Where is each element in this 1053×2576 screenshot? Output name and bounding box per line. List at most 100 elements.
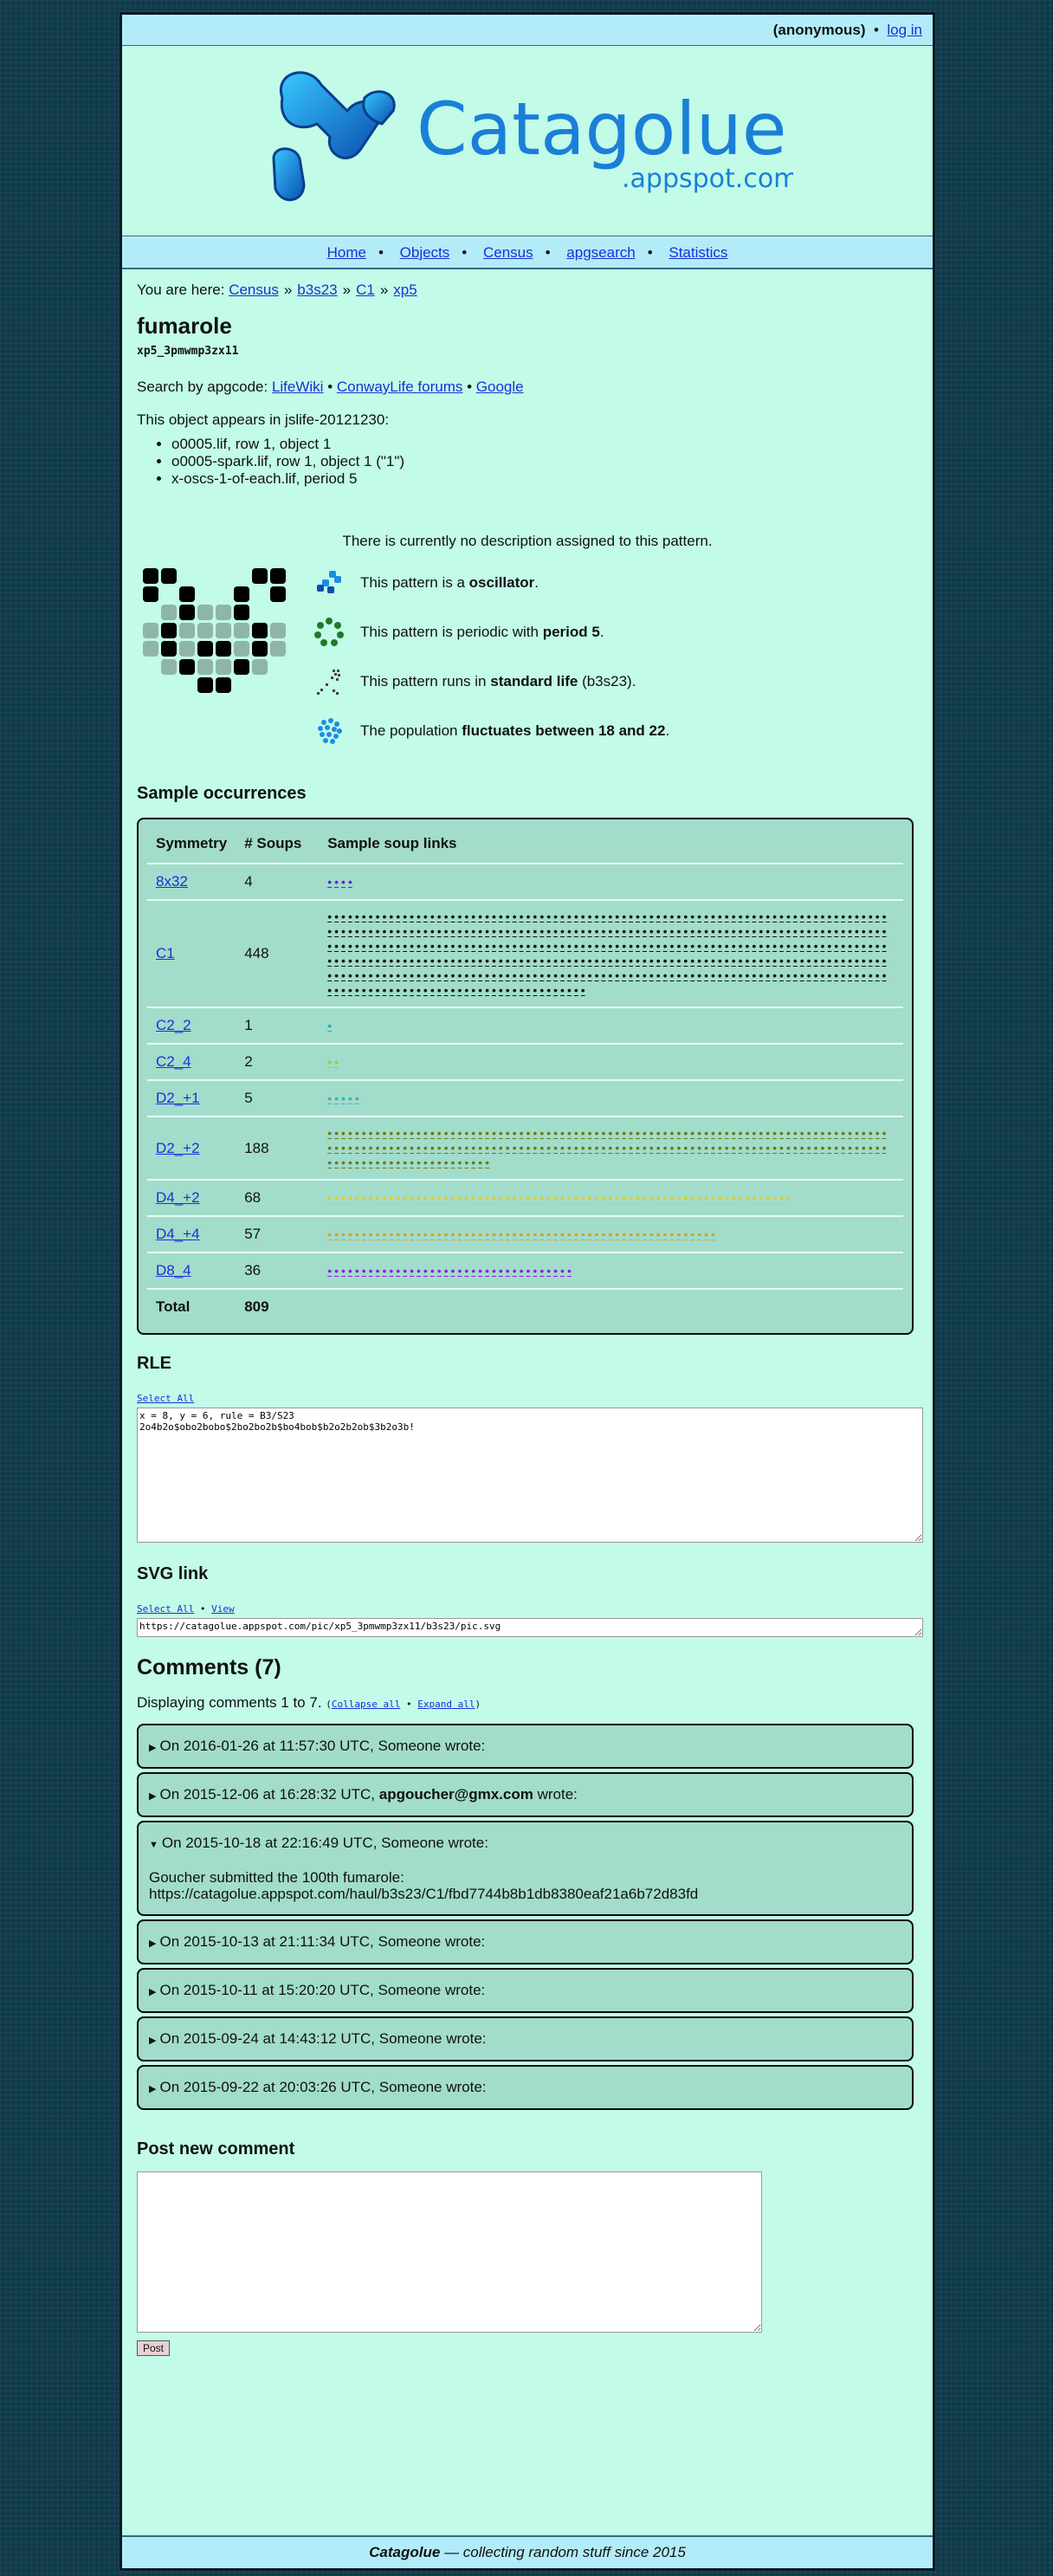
soup-link[interactable]: • xyxy=(615,1141,619,1155)
soup-link[interactable]: • xyxy=(430,1155,435,1169)
soup-link[interactable]: • xyxy=(690,1191,694,1205)
soup-link[interactable]: • xyxy=(779,968,784,982)
soup-link[interactable]: • xyxy=(793,968,798,982)
soup-link[interactable]: • xyxy=(752,1126,756,1140)
soup-link[interactable]: • xyxy=(334,875,339,889)
soup-link[interactable]: • xyxy=(457,983,462,997)
soup-link[interactable]: • xyxy=(410,939,414,953)
soup-link[interactable]: • xyxy=(732,1141,736,1155)
soup-link[interactable]: • xyxy=(649,968,654,982)
soup-link[interactable]: • xyxy=(622,924,626,938)
soup-link[interactable]: • xyxy=(676,1126,681,1140)
comment[interactable]: ▶ On 2016-01-26 at 11:57:30 UTC, Someone … xyxy=(137,1724,914,1769)
soup-link[interactable]: • xyxy=(869,1126,873,1140)
soup-link[interactable]: • xyxy=(704,1141,708,1155)
rle-select-all[interactable]: Select All xyxy=(137,1393,918,1404)
soup-link[interactable]: • xyxy=(376,1126,380,1140)
soup-link[interactable]: • xyxy=(800,968,804,982)
soup-link[interactable]: • xyxy=(348,939,352,953)
soup-link[interactable]: • xyxy=(430,909,435,923)
soup-link[interactable]: • xyxy=(417,1264,421,1278)
soup-link[interactable]: • xyxy=(369,983,373,997)
soup-link[interactable]: • xyxy=(834,954,838,968)
soup-link[interactable]: • xyxy=(389,909,393,923)
soup-link[interactable]: • xyxy=(485,939,489,953)
breadcrumb-census[interactable]: Census xyxy=(229,282,279,298)
soup-link[interactable]: • xyxy=(663,924,668,938)
soup-link[interactable]: • xyxy=(697,1191,701,1205)
soup-link[interactable]: • xyxy=(683,909,688,923)
soup-link[interactable]: • xyxy=(464,1126,468,1140)
soup-link[interactable]: • xyxy=(875,909,880,923)
soup-link[interactable]: • xyxy=(389,939,393,953)
soup-link[interactable]: • xyxy=(766,1126,770,1140)
soup-link[interactable]: • xyxy=(546,1264,551,1278)
soup-link[interactable]: • xyxy=(396,983,400,997)
soup-link[interactable]: • xyxy=(553,954,558,968)
soup-link[interactable]: • xyxy=(526,968,531,982)
soup-link[interactable]: • xyxy=(417,939,421,953)
nav-objects[interactable]: Objects xyxy=(400,244,450,261)
soup-link[interactable]: • xyxy=(478,1126,482,1140)
soup-link[interactable]: • xyxy=(629,1227,633,1241)
soup-link[interactable]: • xyxy=(492,968,496,982)
soup-link[interactable]: • xyxy=(348,1126,352,1140)
soup-link[interactable]: • xyxy=(615,924,619,938)
soup-link[interactable]: • xyxy=(643,1126,647,1140)
soup-link[interactable]: • xyxy=(403,983,407,997)
soup-link[interactable]: • xyxy=(711,909,715,923)
soup-link[interactable]: • xyxy=(643,1141,647,1155)
soup-link[interactable]: • xyxy=(457,1141,462,1155)
soup-link[interactable]: • xyxy=(601,909,605,923)
soup-link[interactable]: • xyxy=(862,924,866,938)
soup-link[interactable]: • xyxy=(615,954,619,968)
soup-link[interactable]: • xyxy=(464,954,468,968)
soup-link[interactable]: • xyxy=(492,954,496,968)
soup-link[interactable]: • xyxy=(869,924,873,938)
soup-link[interactable]: • xyxy=(382,1141,386,1155)
soup-link[interactable]: • xyxy=(369,924,373,938)
soup-link[interactable]: • xyxy=(348,1091,352,1105)
soup-link[interactable]: • xyxy=(355,1126,359,1140)
soup-link[interactable]: • xyxy=(656,924,661,938)
soup-link[interactable]: • xyxy=(643,939,647,953)
soup-link[interactable]: • xyxy=(327,1091,332,1105)
soup-link[interactable]: • xyxy=(848,909,852,923)
soup-link[interactable]: • xyxy=(834,968,838,982)
soup-link[interactable]: • xyxy=(732,909,736,923)
google-link[interactable]: Google xyxy=(476,379,524,395)
soup-link[interactable]: • xyxy=(485,924,489,938)
soup-link[interactable]: • xyxy=(869,909,873,923)
soup-link[interactable]: • xyxy=(855,1126,859,1140)
soup-link[interactable]: • xyxy=(430,1191,435,1205)
soup-link[interactable]: • xyxy=(690,968,694,982)
soup-link[interactable]: • xyxy=(403,954,407,968)
soup-link[interactable]: • xyxy=(676,909,681,923)
catagolue-logo[interactable]: Catagolue .appspot.com xyxy=(256,63,793,219)
soup-link[interactable]: • xyxy=(560,939,565,953)
soup-link[interactable]: • xyxy=(601,968,605,982)
soup-link[interactable]: • xyxy=(855,954,859,968)
soup-link[interactable]: • xyxy=(683,954,688,968)
soup-link[interactable]: • xyxy=(485,1126,489,1140)
soup-link[interactable]: • xyxy=(499,1227,503,1241)
soup-link[interactable]: • xyxy=(533,909,537,923)
soup-link[interactable]: • xyxy=(376,1227,380,1241)
soup-link[interactable]: • xyxy=(567,924,572,938)
soup-link[interactable]: • xyxy=(334,924,339,938)
soup-link[interactable]: • xyxy=(601,954,605,968)
soup-link[interactable]: • xyxy=(855,924,859,938)
soup-link[interactable]: • xyxy=(403,1264,407,1278)
soup-link[interactable]: • xyxy=(362,939,366,953)
soup-link[interactable]: • xyxy=(779,954,784,968)
soup-link[interactable]: • xyxy=(752,954,756,968)
soup-link[interactable]: • xyxy=(746,939,750,953)
soup-link[interactable]: • xyxy=(471,924,475,938)
soup-link[interactable]: • xyxy=(574,1141,578,1155)
soup-link[interactable]: • xyxy=(588,1191,592,1205)
soup-link[interactable]: • xyxy=(444,909,449,923)
soup-link[interactable]: • xyxy=(520,954,524,968)
soup-link[interactable]: • xyxy=(471,1126,475,1140)
soup-link[interactable]: • xyxy=(362,1126,366,1140)
soup-link[interactable]: • xyxy=(683,1227,688,1241)
